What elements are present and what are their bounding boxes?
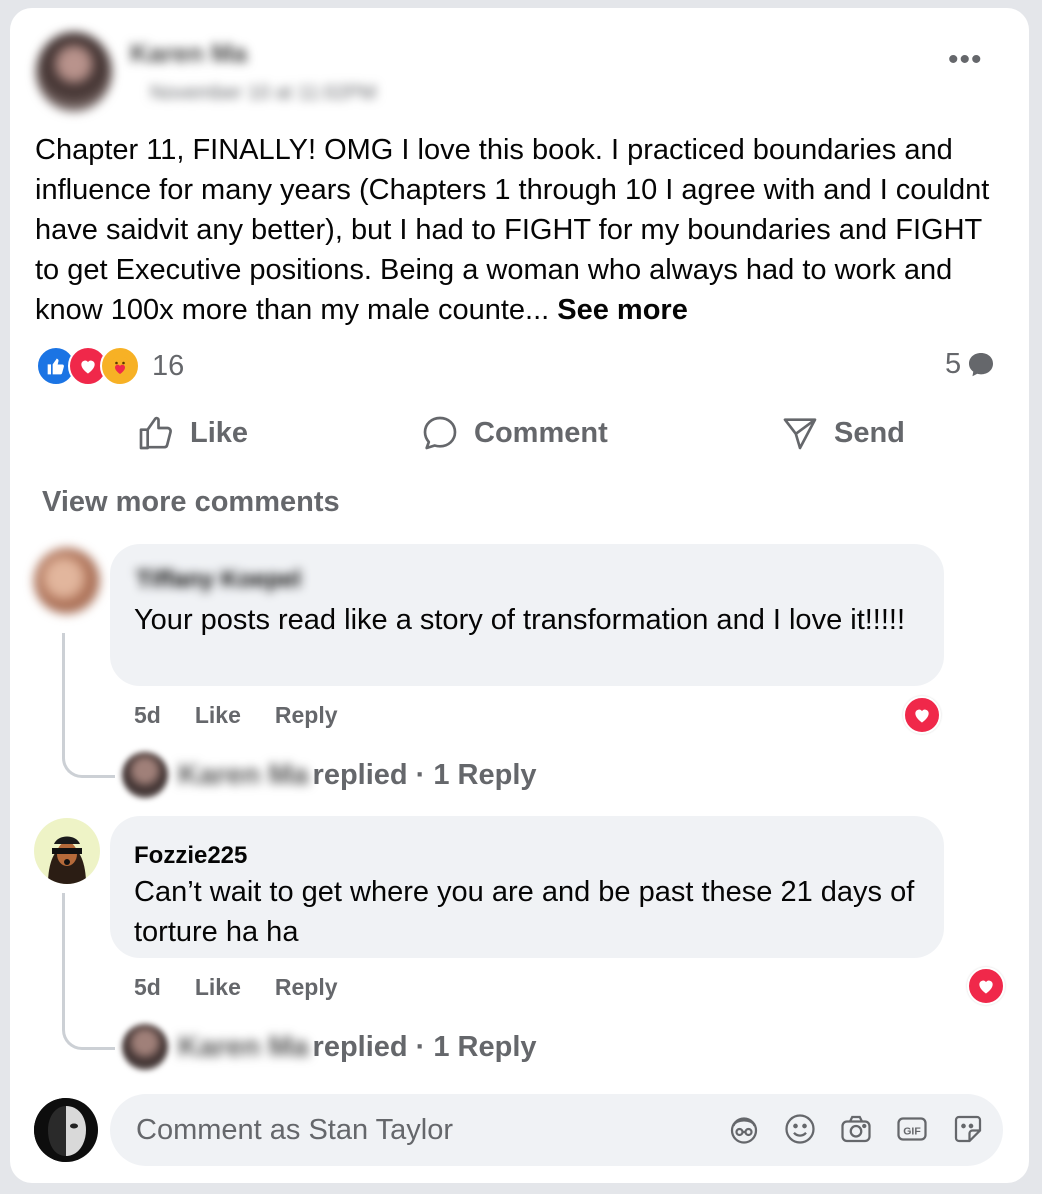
- emoji-icon[interactable]: [782, 1111, 818, 1147]
- reply-author-name: Karen Ma: [178, 1030, 309, 1063]
- comment-input-placeholder: Comment as Stan Taylor: [136, 1114, 453, 1146]
- gif-icon[interactable]: GIF: [894, 1111, 930, 1147]
- author-avatar[interactable]: [36, 32, 112, 112]
- view-more-comments-link[interactable]: View more comments: [42, 486, 340, 519]
- comment-reply-button[interactable]: Reply: [275, 974, 338, 1001]
- comment-text: Your posts read like a story of transfor…: [134, 604, 906, 636]
- comment-like-button[interactable]: Like: [195, 974, 241, 1001]
- comment-bubble: Fozzie225 Can’t wait to get where you ar…: [110, 816, 944, 958]
- love-reaction-icon[interactable]: [903, 696, 941, 734]
- commenter-avatar[interactable]: [34, 818, 100, 884]
- comment-reply-button[interactable]: Reply: [275, 702, 338, 729]
- comment-meta: 5d Like Reply: [134, 974, 338, 1001]
- comment-button[interactable]: Comment: [420, 408, 608, 458]
- camera-icon[interactable]: [838, 1111, 874, 1147]
- reply-author-avatar: [122, 752, 168, 798]
- thread-line: [62, 633, 115, 778]
- more-options-icon[interactable]: •••: [948, 45, 988, 80]
- comment-bubble: Tiffany Koepel Your posts read like a st…: [110, 544, 944, 686]
- comment-time[interactable]: 5d: [134, 974, 161, 1001]
- reply-count: · 1 Reply: [415, 758, 537, 791]
- view-replies-link[interactable]: Karen Ma replied · 1 Reply: [122, 752, 537, 798]
- post-body: Chapter 11, FINALLY! OMG I love this boo…: [35, 134, 990, 326]
- like-label: Like: [190, 416, 249, 449]
- comment-count[interactable]: 5: [945, 348, 997, 381]
- like-button[interactable]: Like: [136, 408, 248, 458]
- reaction-summary[interactable]: 16: [36, 346, 184, 386]
- comment-bubble-icon: [969, 352, 994, 376]
- author-name[interactable]: Karen Ma: [130, 38, 247, 69]
- send-button[interactable]: Send: [780, 408, 905, 458]
- send-icon: [783, 418, 817, 450]
- comment-meta: 5d Like Reply: [134, 702, 338, 729]
- comment-input[interactable]: Comment as Stan Taylor GIF: [110, 1094, 1003, 1166]
- see-more-link[interactable]: See more: [557, 294, 688, 326]
- comment-time[interactable]: 5d: [134, 702, 161, 729]
- replied-label: replied: [312, 1030, 408, 1063]
- comment-text: Can’t wait to get where you are and be p…: [134, 876, 915, 948]
- care-icon: [100, 346, 140, 386]
- reply-author-name: Karen Ma: [178, 758, 309, 791]
- sticker-icon[interactable]: [950, 1111, 986, 1147]
- comment-label: Comment: [474, 416, 608, 449]
- comment-author[interactable]: Tiffany Koepel: [136, 566, 301, 594]
- post-text: Chapter 11, FINALLY! OMG I love this boo…: [35, 130, 1010, 330]
- post-date[interactable]: November 10 at 11:02PM: [150, 82, 376, 105]
- thread-line: [62, 893, 115, 1050]
- commenter-avatar[interactable]: [34, 548, 100, 614]
- reply-author-avatar: [122, 1024, 168, 1070]
- thumbs-up-icon: [139, 416, 172, 450]
- avatar-sticker-icon[interactable]: [726, 1111, 762, 1147]
- send-label: Send: [834, 416, 905, 449]
- current-user-avatar[interactable]: [34, 1098, 98, 1162]
- reply-count: · 1 Reply: [415, 1030, 537, 1063]
- replied-label: replied: [312, 758, 408, 791]
- view-replies-link[interactable]: Karen Ma replied · 1 Reply: [122, 1024, 537, 1070]
- reaction-count: 16: [152, 349, 185, 382]
- comment-author[interactable]: Fozzie225: [134, 842, 247, 870]
- svg-text:GIF: GIF: [903, 1125, 921, 1137]
- love-reaction-icon[interactable]: [967, 967, 1005, 1005]
- comment-count-value: 5: [945, 348, 962, 380]
- comment-like-button[interactable]: Like: [195, 702, 241, 729]
- post-card: Karen Ma November 10 at 11:02PM ••• Chap…: [10, 8, 1029, 1183]
- comment-icon: [423, 416, 457, 450]
